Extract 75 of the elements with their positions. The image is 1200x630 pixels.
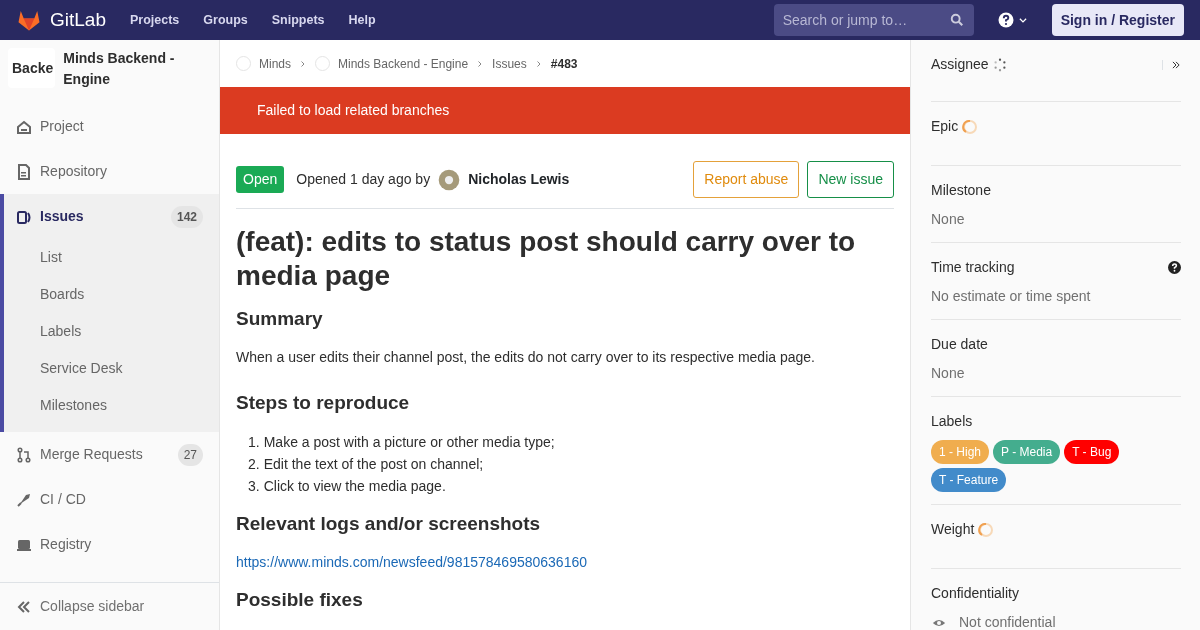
count-badge: 142 (170, 205, 203, 228)
sidebar-block-value: No estimate or time spent (931, 287, 1092, 306)
sidebar-subitem[interactable]: List (4, 239, 219, 276)
nav-link[interactable]: Help (348, 10, 376, 30)
label-tag[interactable]: T - Feature (931, 468, 1007, 492)
status-badge: Open (236, 166, 285, 193)
sidebar-subitem[interactable]: Labels (4, 313, 219, 350)
opened-text: Opened 1 day ago by (296, 170, 431, 189)
sidebar-item[interactable]: Repository (0, 149, 219, 194)
label-tag[interactable]: T - Bug (1064, 440, 1120, 464)
brand-name[interactable]: GitLab (50, 5, 106, 35)
action-button[interactable]: New issue (807, 161, 894, 198)
double-chevron-left-icon (16, 598, 32, 615)
sidebar-item[interactable]: Registry (0, 522, 219, 567)
section-heading: Relevant logs and/or screenshots (236, 512, 542, 536)
breadcrumb-link[interactable]: Minds (259, 54, 291, 73)
breadcrumb-link[interactable]: Issues (492, 54, 527, 73)
sidebar-subitem[interactable]: Boards (4, 276, 219, 313)
sidebar-block-title: Confidentiality (931, 584, 1019, 603)
sidebar-block-title: Milestone (931, 181, 991, 200)
section-heading: Steps to reproduce (236, 392, 411, 415)
sidebar-block-value: None (931, 210, 966, 229)
document-icon (16, 163, 32, 180)
nav-link[interactable]: Groups (203, 10, 248, 30)
sidebar-block-title: Due date (931, 335, 988, 354)
chevron-right-icon (299, 59, 307, 68)
sidebar-block-title: Labels (931, 412, 973, 431)
sidebar-block-title: Assignee (931, 55, 989, 74)
section-heading: Summary (236, 308, 324, 331)
help-icon[interactable] (1168, 261, 1181, 274)
list-marker: 1. (248, 432, 260, 452)
search-icon (949, 13, 964, 27)
list-marker: 2. (248, 454, 260, 474)
search-field[interactable]: Search or jump to… (773, 4, 974, 36)
nav-link[interactable]: Projects (130, 10, 180, 30)
merge-request-icon (16, 446, 32, 463)
author-link[interactable]: Nicholas Lewis (468, 169, 570, 190)
list-item: Make a post with a picture or other media type; (263, 432, 555, 452)
section-heading: Possible fixes (236, 588, 364, 612)
loading-spinner-icon (978, 521, 995, 538)
count-badge: 27 (177, 443, 203, 466)
sidebar-block-title: Weight (931, 520, 975, 539)
sidebar-item[interactable]: Issues 142 (4, 194, 219, 239)
sign-in-button[interactable]: Sign in / Register (1051, 4, 1184, 36)
sidebar-block-title: Time tracking (931, 258, 1015, 277)
breadcrumb-link[interactable]: #483 (550, 54, 578, 73)
loading-dots-icon (992, 57, 1007, 72)
author-avatar-icon (438, 168, 461, 191)
chevron-down-icon[interactable] (1017, 15, 1028, 25)
help-icon[interactable] (997, 12, 1014, 28)
sidebar-subitem[interactable]: Service Desk (4, 350, 219, 387)
sidebar-block-value: Not confidential (959, 613, 1056, 630)
sidebar-item[interactable]: CI / CD (0, 477, 219, 522)
issue-title: (feat): edits to status post should carry over to media page (236, 225, 857, 293)
loading-spinner-icon (962, 118, 979, 135)
sidebar-subitem[interactable]: Milestones (4, 387, 219, 424)
collapse-sidebar-button[interactable]: Collapse sidebar (0, 582, 219, 630)
project-name[interactable]: Minds Backend - Engine (63, 48, 211, 90)
chevron-right-icon (534, 59, 543, 68)
url-link[interactable]: https://www.minds.com/newsfeed/981578469580636160 (236, 551, 894, 573)
breadcrumb-link[interactable]: Minds Backend - Engine (338, 54, 469, 73)
list-item: Click to view the media page. (263, 476, 446, 496)
double-chevron-right-icon[interactable] (1171, 59, 1181, 70)
project-avatar[interactable]: Backe (8, 48, 56, 88)
issues-icon (16, 208, 32, 225)
list-item: Edit the text of the post on channel; (263, 454, 484, 474)
sidebar-item[interactable]: Merge Requests 27 (0, 432, 219, 477)
nav-link[interactable]: Snippets (271, 10, 325, 30)
sidebar-block-value: None (931, 364, 966, 383)
sidebar-item[interactable]: Project (0, 104, 219, 149)
paragraph: When a user edits their channel post, the edits do not carry over to its respective media page. (236, 348, 816, 367)
list-marker: 3. (248, 476, 260, 496)
error-alert: Failed to load related branches (220, 87, 910, 134)
sidebar-block-title: Epic (931, 117, 959, 136)
house-icon (16, 118, 32, 135)
